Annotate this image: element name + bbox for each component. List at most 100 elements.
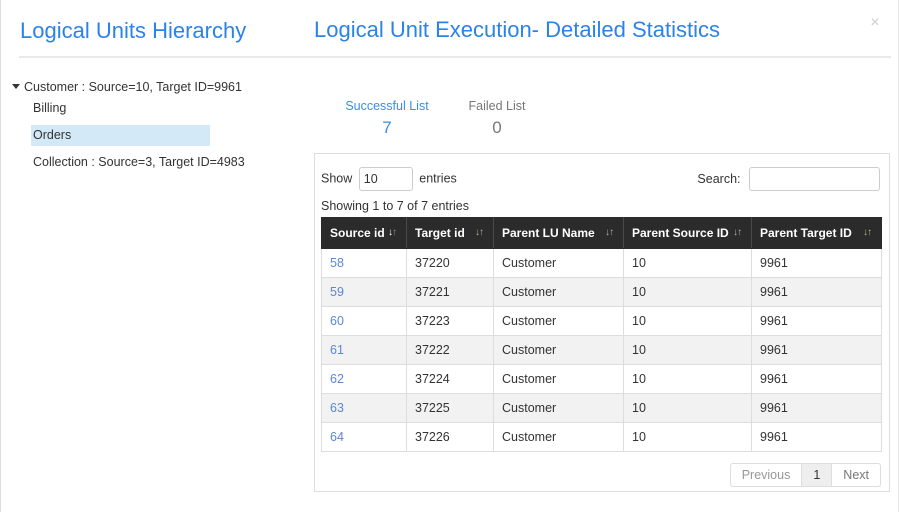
modal-header: Logical Units Hierarchy Logical Unit Exe…	[1, 0, 898, 58]
cell-parent-source-id: 10	[623, 393, 752, 423]
page-title-right: Logical Unit Execution- Detailed Statist…	[314, 17, 720, 42]
tree-node-customer-label: Customer : Source=10, Target ID=9961	[24, 80, 242, 94]
cell-parent-target-id: 9961	[751, 422, 882, 452]
cell-parent-source-id: 10	[623, 306, 752, 336]
table-controls: Show 10 entries Search:	[320, 164, 884, 198]
close-icon[interactable]: ×	[866, 14, 884, 32]
cell-parent-lu-name: Customer	[493, 364, 624, 394]
source-id-link[interactable]: 63	[330, 401, 344, 415]
cell-parent-source-id: 10	[623, 277, 752, 307]
cell-parent-source-id: 10	[623, 248, 752, 278]
column-header-parent-source-id[interactable]: Parent Source ID ↓↑	[623, 217, 752, 249]
source-id-link[interactable]: 58	[330, 256, 344, 270]
cell-parent-lu-name: Customer	[493, 306, 624, 336]
tab-failed-list[interactable]: Failed List 0	[450, 98, 544, 140]
pagination-previous-button[interactable]: Previous	[729, 463, 803, 487]
sort-ascending-icon: ↓↑	[388, 227, 397, 238]
cell-parent-source-id: 10	[623, 335, 752, 365]
table-row: 64 37226 Customer 10 9961	[321, 422, 882, 452]
column-header-parent-target-id[interactable]: Parent Target ID ↓↑	[751, 217, 882, 249]
tab-failed-list-label: Failed List	[468, 99, 526, 113]
table-row: 62 37224 Customer 10 9961	[321, 364, 882, 394]
pagination-page-1-button[interactable]: 1	[801, 463, 833, 487]
tree-node-orders-label: Orders	[33, 128, 72, 142]
cell-parent-lu-name: Customer	[493, 422, 624, 452]
cell-target-id: 37222	[406, 335, 494, 365]
cell-parent-lu-name: Customer	[493, 248, 624, 278]
column-header-source-id-label: Source id	[330, 226, 385, 240]
table-row: 61 37222 Customer 10 9961	[321, 335, 882, 365]
cell-source-id: 59	[321, 277, 407, 307]
cell-target-id: 37226	[406, 422, 494, 452]
cell-target-id: 37220	[406, 248, 494, 278]
column-header-parent-lu-name[interactable]: Parent LU Name ↓↑	[493, 217, 624, 249]
tab-successful-list-label: Successful List	[345, 99, 429, 113]
tree-node-billing-label: Billing	[33, 101, 67, 115]
cell-target-id: 37224	[406, 364, 494, 394]
source-id-link[interactable]: 64	[330, 430, 344, 444]
source-id-link[interactable]: 62	[330, 372, 344, 386]
source-id-link[interactable]: 60	[330, 314, 344, 328]
tree-node-collection-label: Collection : Source=3, Target ID=4983	[33, 155, 245, 169]
column-header-source-id[interactable]: Source id ↓↑	[321, 217, 407, 249]
tree-node-orders[interactable]: Orders	[31, 125, 210, 146]
logical-units-tree: Customer : Source=10, Target ID=9961 Bil…	[1, 76, 301, 173]
source-id-link[interactable]: 59	[330, 285, 344, 299]
column-header-parent-source-id-label: Parent Source ID	[632, 226, 729, 240]
detailed-statistics-modal: Logical Units Hierarchy Logical Unit Exe…	[0, 0, 899, 512]
cell-parent-lu-name: Customer	[493, 335, 624, 365]
cell-parent-source-id: 10	[623, 364, 752, 394]
table-row: 60 37223 Customer 10 9961	[321, 306, 882, 336]
sort-both-icon: ↓↑	[475, 227, 484, 238]
statistics-tabs: Successful List 7 Failed List 0	[314, 76, 892, 137]
tree-node-customer[interactable]: Customer : Source=10, Target ID=9961	[1, 76, 301, 98]
show-label: Show	[321, 171, 353, 186]
cell-parent-lu-name: Customer	[493, 393, 624, 423]
cell-parent-target-id: 9961	[751, 335, 882, 365]
cell-target-id: 37225	[406, 393, 494, 423]
column-header-parent-target-id-label: Parent Target ID	[760, 226, 852, 240]
page-title-left: Logical Units Hierarchy	[20, 18, 247, 43]
pagination: Previous 1 Next	[320, 463, 884, 487]
table-info: Showing 1 to 7 of 7 entries	[321, 199, 470, 213]
cell-target-id: 37223	[406, 306, 494, 336]
table-row: 59 37221 Customer 10 9961	[321, 277, 882, 307]
source-id-link[interactable]: 61	[330, 343, 344, 357]
cell-source-id: 60	[321, 306, 407, 336]
results-table: Source id ↓↑ Target id ↓↑ Parent LU Name…	[321, 217, 882, 452]
column-header-parent-lu-name-label: Parent LU Name	[502, 226, 595, 240]
tree-node-collection[interactable]: Collection : Source=3, Target ID=4983	[31, 152, 301, 173]
header-divider	[19, 56, 891, 58]
cell-parent-lu-name: Customer	[493, 277, 624, 307]
cell-target-id: 37221	[406, 277, 494, 307]
cell-source-id: 63	[321, 393, 407, 423]
column-header-target-id[interactable]: Target id ↓↑	[406, 217, 494, 249]
cell-source-id: 58	[321, 248, 407, 278]
table-row: 58 37220 Customer 10 9961	[321, 248, 882, 278]
tree-node-billing[interactable]: Billing	[31, 98, 210, 119]
tab-failed-list-count: 0	[492, 118, 502, 137]
pagination-next-button[interactable]: Next	[831, 463, 881, 487]
sort-both-icon: ↓↑	[863, 227, 872, 238]
table-row: 63 37225 Customer 10 9961	[321, 393, 882, 423]
cell-source-id: 61	[321, 335, 407, 365]
search-input[interactable]	[749, 167, 880, 191]
results-table-card: Show 10 entries Search: Showing 1 to 7 o…	[314, 153, 890, 492]
cell-parent-source-id: 10	[623, 422, 752, 452]
sort-both-icon: ↓↑	[733, 227, 742, 238]
cell-source-id: 62	[321, 364, 407, 394]
cell-parent-target-id: 9961	[751, 306, 882, 336]
tab-successful-list-count: 7	[382, 118, 392, 137]
page-length-select[interactable]: 10	[358, 167, 413, 191]
column-header-target-id-label: Target id	[415, 226, 465, 240]
sort-both-icon: ↓↑	[605, 227, 614, 238]
cell-parent-target-id: 9961	[751, 277, 882, 307]
cell-parent-target-id: 9961	[751, 364, 882, 394]
page-length-control: Show 10 entries	[321, 167, 457, 191]
cell-source-id: 64	[321, 422, 407, 452]
cell-parent-target-id: 9961	[751, 248, 882, 278]
statistics-panel: Successful List 7 Failed List 0 Show 10 …	[314, 76, 892, 492]
caret-down-icon[interactable]	[12, 84, 20, 89]
search-label: Search:	[697, 172, 741, 186]
tab-successful-list[interactable]: Successful List 7	[327, 98, 447, 140]
